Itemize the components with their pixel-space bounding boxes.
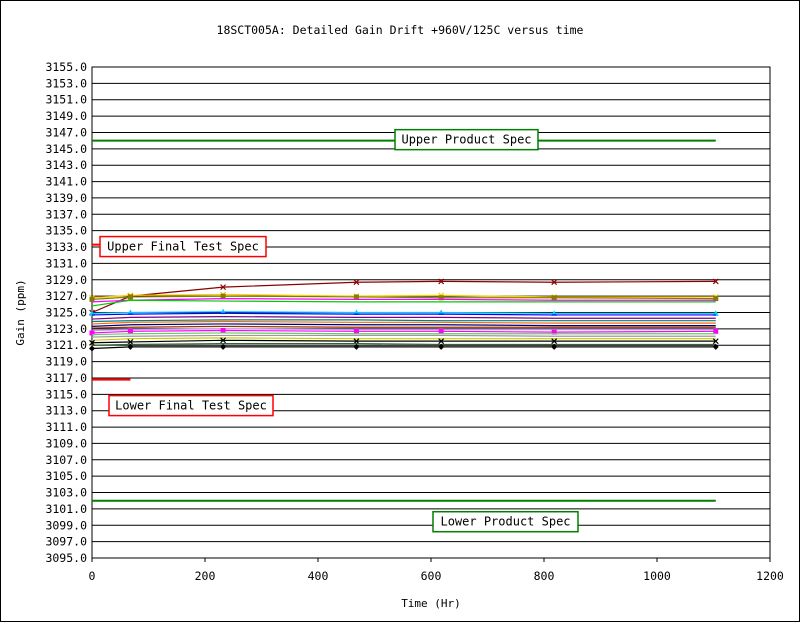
y-tick-label: 3149.0: [45, 109, 87, 123]
series-line: [91, 323, 716, 328]
series-line: [91, 329, 716, 334]
x-tick-label: 400: [308, 569, 329, 583]
data-point: [438, 328, 444, 334]
y-tick-label: 3103.0: [45, 486, 87, 500]
x-tick-label: 600: [421, 569, 442, 583]
y-tick-label: 3139.0: [45, 191, 87, 205]
y-tick-label: 3095.0: [45, 551, 87, 565]
y-tick-label: 3115.0: [45, 387, 87, 401]
series-line: [91, 346, 716, 350]
data-point: [127, 328, 133, 334]
y-tick-label: 3129.0: [45, 273, 87, 287]
series-line: [91, 320, 716, 325]
y-tick-label: 3153.0: [45, 76, 87, 90]
y-tick-label: 3127.0: [45, 289, 87, 303]
x-tick-label: 1000: [643, 569, 671, 583]
series-line: [91, 334, 716, 338]
y-tick-label: 3111.0: [45, 420, 87, 434]
data-point: [713, 328, 719, 334]
y-tick-label: 3099.0: [45, 518, 87, 532]
data-point: [551, 295, 557, 301]
series-line: [91, 339, 716, 344]
y-axis-label: Gain (ppm): [14, 279, 27, 345]
x-tick-labels: 0 200 400 600 800 1000 1200: [89, 569, 784, 583]
data-point: [220, 328, 226, 334]
y-tick-label: 3109.0: [45, 436, 87, 450]
x-tick-label: 200: [195, 569, 216, 583]
y-tick-label: 3117.0: [45, 371, 87, 385]
y-tick-label: 3147.0: [45, 125, 87, 139]
x-axis-label: Time (Hr): [401, 597, 461, 610]
data-point: [220, 293, 226, 299]
data-point: [353, 294, 359, 300]
y-tick-label: 3133.0: [45, 240, 87, 254]
y-tick-label: 3121.0: [45, 338, 87, 352]
y-tick-label: 3131.0: [45, 256, 87, 270]
y-tick-label: 3137.0: [45, 207, 87, 221]
upper-product-spec-label: Upper Product Spec: [401, 133, 531, 147]
series-line: [91, 337, 716, 341]
series-lines: [89, 278, 719, 352]
y-tick-label: 3155.0: [45, 60, 87, 74]
data-point: [89, 345, 95, 352]
y-tick-label: 3097.0: [45, 535, 87, 549]
series-line: [91, 315, 716, 320]
y-tick-labels: 3095.0 3097.0 3099.0 3101.0 3103.0 3105.0 3107…: [45, 60, 87, 565]
series-line: [91, 325, 716, 329]
y-tick-label: 3123.0: [45, 322, 87, 336]
y-tick-label: 3143.0: [45, 158, 87, 172]
y-tick-label: 3135.0: [45, 224, 87, 238]
data-point: [89, 296, 95, 302]
y-tick-label: 3151.0: [45, 93, 87, 107]
x-tick-label: 800: [534, 569, 555, 583]
y-tick-label: 3119.0: [45, 355, 87, 369]
lower-product-spec-label: Lower Product Spec: [440, 515, 570, 529]
chart: 18SCT005A: Detailed Gain Drift +960V/125…: [14, 23, 784, 610]
lower-final-test-spec-label: Lower Final Test Spec: [115, 399, 267, 413]
upper-final-test-spec-label: Upper Final Test Spec: [107, 240, 259, 254]
x-tick-label: 1200: [756, 569, 784, 583]
y-tick-label: 3101.0: [45, 502, 87, 516]
data-point: [127, 294, 133, 300]
chart-title: 18SCT005A: Detailed Gain Drift +960V/125…: [217, 23, 584, 37]
y-tick-label: 3105.0: [45, 469, 87, 483]
y-tick-label: 3113.0: [45, 404, 87, 418]
y-tick-label: 3107.0: [45, 453, 87, 467]
y-tick-label: 3141.0: [45, 175, 87, 189]
data-point: [353, 328, 359, 334]
y-tick-label: 3145.0: [45, 142, 87, 156]
y-tick-label: 3125.0: [45, 306, 87, 320]
x-tick-label: 0: [89, 569, 96, 583]
series-line: [91, 299, 716, 307]
series-line: [91, 332, 716, 336]
